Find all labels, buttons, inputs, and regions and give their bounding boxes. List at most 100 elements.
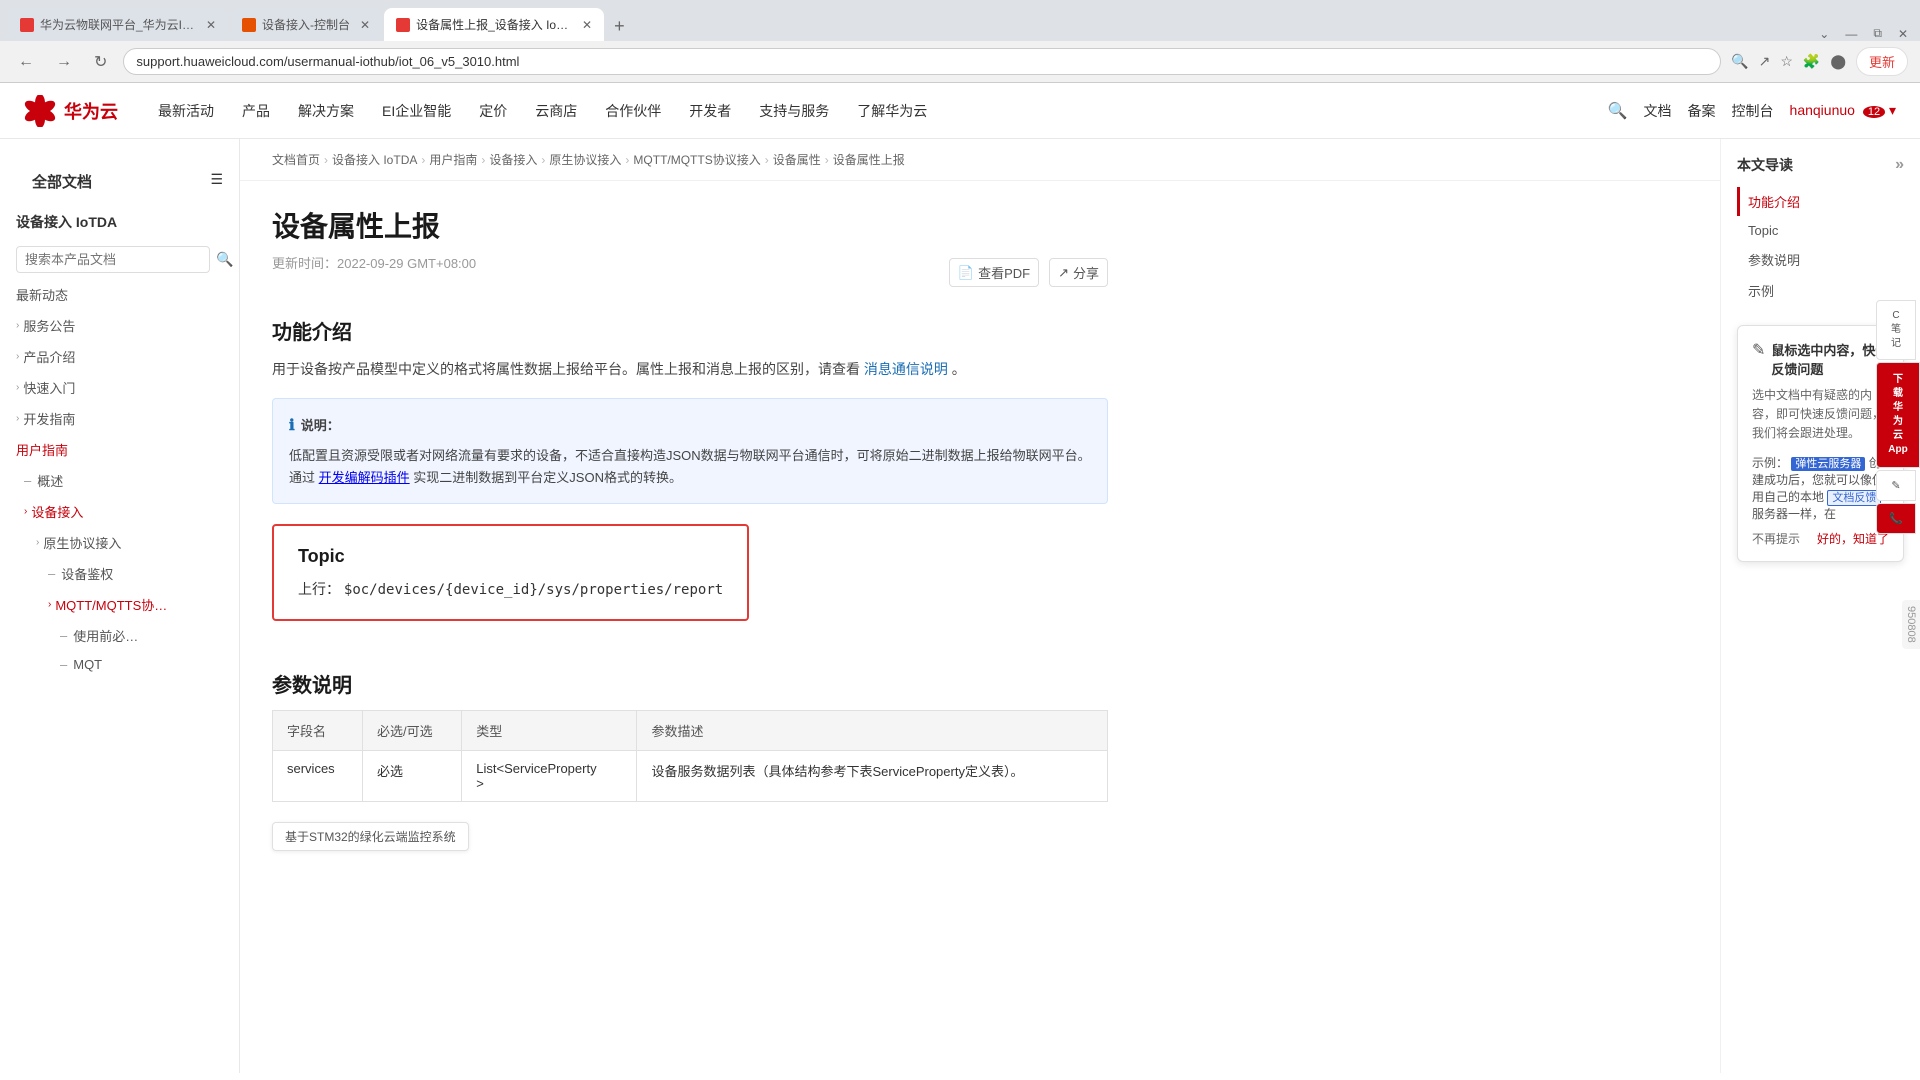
share-icon: ↗: [1058, 265, 1069, 281]
breadcrumb-mqtt[interactable]: MQTT/MQTTS协议接入: [633, 151, 760, 168]
tab-close-2[interactable]: ✕: [360, 18, 370, 32]
left-sidebar: 全部文档 ☰ 设备接入 IoTDA 🔍 最新动态 › 服务公告 › 产品介绍 ›…: [0, 139, 240, 1073]
breadcrumb-iotda[interactable]: 设备接入 IoTDA: [332, 151, 417, 168]
breadcrumb-native[interactable]: 原生协议接入: [549, 151, 621, 168]
sidebar-item-overview[interactable]: – 概述: [0, 465, 239, 496]
maximize-button[interactable]: —: [1845, 27, 1857, 41]
sidebar-item-auth[interactable]: – 设备鉴权: [0, 558, 239, 589]
arrow-icon: ›: [16, 382, 19, 393]
sidebar-item-mqtt[interactable]: › MQTT/MQTTS协…: [0, 589, 239, 620]
nav-item-activities[interactable]: 最新活动: [158, 97, 214, 125]
arrow-icon: ›: [24, 506, 27, 517]
nav-right: 🔍 文档 备案 控制台 hanqiunuo 12 ▾: [1608, 101, 1896, 121]
back-button[interactable]: ←: [12, 51, 40, 73]
page-layout: 华为云 最新活动 产品 解决方案 EI企业智能 定价 云商店 合作伙伴 开发者 …: [0, 83, 1920, 1073]
sidebar-search: 🔍: [0, 240, 239, 279]
breadcrumb-userguide[interactable]: 用户指南: [429, 151, 477, 168]
sidebar-item-userguide[interactable]: 用户指南: [0, 434, 239, 465]
nav-record[interactable]: 备案: [1688, 101, 1716, 121]
feedback-header: ✎ 鼠标选中内容，快速反馈问题: [1752, 340, 1889, 378]
sidebar-item-native-protocol[interactable]: › 原生协议接入: [0, 527, 239, 558]
feedback-highlight1: 弹性云服务器: [1791, 457, 1865, 471]
nav-item-solutions[interactable]: 解决方案: [298, 97, 354, 125]
sep: ›: [324, 153, 328, 167]
tab-1[interactable]: 华为云物联网平台_华为云IoT平… ✕: [8, 8, 228, 41]
nav-item-support[interactable]: 支持与服务: [759, 97, 829, 125]
tab-favicon-1: [20, 18, 34, 32]
tab-bar: 华为云物联网平台_华为云IoT平… ✕ 设备接入-控制台 ✕ 设备属性上报_设备…: [0, 0, 1920, 41]
tooltip-area: 基于STM32的绿化云端监控系统: [272, 822, 1108, 851]
dash-icon: –: [60, 628, 67, 643]
feedback-button[interactable]: ✎: [1876, 470, 1916, 501]
nav-console[interactable]: 控制台: [1732, 101, 1774, 121]
share-icon[interactable]: ↗: [1759, 53, 1771, 70]
topic-title: Topic: [298, 546, 723, 567]
sidebar-item-device-connect[interactable]: › 设备接入: [0, 496, 239, 527]
notes-button[interactable]: C笔记: [1876, 300, 1916, 360]
nav-item-ei[interactable]: EI企业智能: [382, 97, 451, 125]
nav-item-marketplace[interactable]: 云商店: [535, 97, 577, 125]
sidebar-item-product-intro[interactable]: › 产品介绍: [0, 341, 239, 372]
nav-docs[interactable]: 文档: [1644, 101, 1672, 121]
tab-3[interactable]: 设备属性上报_设备接入 IoTDA_… ✕: [384, 8, 604, 41]
sidebar-search-icon[interactable]: 🔍: [216, 251, 233, 268]
nav-user[interactable]: hanqiunuo 12 ▾: [1790, 102, 1896, 119]
tab-close-3[interactable]: ✕: [582, 18, 592, 32]
update-button[interactable]: 更新: [1856, 47, 1908, 76]
address-bar: ← → ↻ 🔍 ↗ ☆ 🧩 ⬤ 更新: [0, 41, 1920, 82]
download-app-button[interactable]: 下载华为云App: [1876, 362, 1920, 468]
nav-item-products[interactable]: 产品: [242, 97, 270, 125]
tab-2[interactable]: 设备接入-控制台 ✕: [230, 8, 382, 41]
sidebar-menu-icon[interactable]: ☰: [210, 171, 223, 188]
sidebar-item-mqt[interactable]: – MQT: [0, 651, 239, 678]
user-badge: 12: [1863, 106, 1885, 118]
bookmark-icon[interactable]: ☆: [1780, 53, 1793, 70]
intro-link[interactable]: 消息通信说明: [864, 361, 948, 377]
address-input[interactable]: [123, 48, 1721, 75]
toc-item-intro[interactable]: 功能介绍: [1737, 187, 1904, 216]
sidebar-item-devguide[interactable]: › 开发指南: [0, 403, 239, 434]
nav-item-pricing[interactable]: 定价: [479, 97, 507, 125]
tab-close-1[interactable]: ✕: [206, 18, 216, 32]
sidebar-all-docs[interactable]: 全部文档: [16, 163, 108, 196]
sidebar-item-announcements[interactable]: › 服务公告: [0, 310, 239, 341]
sidebar-item-prereq[interactable]: – 使用前必…: [0, 620, 239, 651]
refresh-button[interactable]: ↻: [88, 50, 113, 74]
th-type: 类型: [462, 710, 637, 750]
extensions-icon[interactable]: 🧩: [1803, 53, 1820, 70]
toc-expand-icon[interactable]: »: [1895, 156, 1904, 174]
breadcrumb-home[interactable]: 文档首页: [272, 151, 320, 168]
nav-search-icon[interactable]: 🔍: [1608, 101, 1628, 121]
breadcrumb-props[interactable]: 设备属性: [773, 151, 821, 168]
breadcrumb-deviceconnect[interactable]: 设备接入: [489, 151, 537, 168]
nav-item-about[interactable]: 了解华为云: [857, 97, 927, 125]
address-actions: 🔍 ↗ ☆ 🧩 ⬤ 更新: [1731, 47, 1908, 76]
sidebar-item-quickstart[interactable]: › 快速入门: [0, 372, 239, 403]
sep: ›: [421, 153, 425, 167]
info-icon: ℹ: [289, 413, 295, 439]
search-icon[interactable]: 🔍: [1731, 53, 1748, 70]
pdf-button[interactable]: 📄 查看PDF: [949, 258, 1039, 287]
article-updated: 更新时间：2022-09-29 GMT+08:00: [272, 253, 476, 272]
restore-button[interactable]: ⧉: [1873, 26, 1882, 41]
sidebar-search-input[interactable]: [16, 246, 210, 273]
phone-button[interactable]: 📞: [1876, 503, 1916, 534]
minimize-button[interactable]: ⌄: [1819, 27, 1829, 41]
sidebar-header: 全部文档 ☰: [0, 155, 239, 204]
toc-item-params[interactable]: 参数说明: [1737, 245, 1904, 274]
sidebar-item-news[interactable]: 最新动态: [0, 279, 239, 310]
forward-button[interactable]: →: [50, 51, 78, 73]
td-type: List<ServiceProperty>: [462, 750, 637, 801]
nav-item-developer[interactable]: 开发者: [689, 97, 731, 125]
nav-item-partner[interactable]: 合作伙伴: [605, 97, 661, 125]
toc-item-topic[interactable]: Topic: [1737, 218, 1904, 243]
no-remind-button[interactable]: 不再提示: [1752, 530, 1800, 547]
toc-title: 本文导读: [1737, 155, 1793, 175]
main-content: 文档首页 › 设备接入 IoTDA › 用户指南 › 设备接入 › 原生协议接入…: [240, 139, 1720, 1073]
info-link[interactable]: 开发编解码插件: [319, 470, 410, 485]
article-title: 设备属性上报: [272, 205, 1108, 245]
new-tab-button[interactable]: +: [606, 12, 633, 41]
share-button[interactable]: ↗ 分享: [1049, 258, 1108, 287]
close-window-button[interactable]: ✕: [1898, 27, 1908, 41]
side-number: 950808: [1902, 600, 1920, 649]
